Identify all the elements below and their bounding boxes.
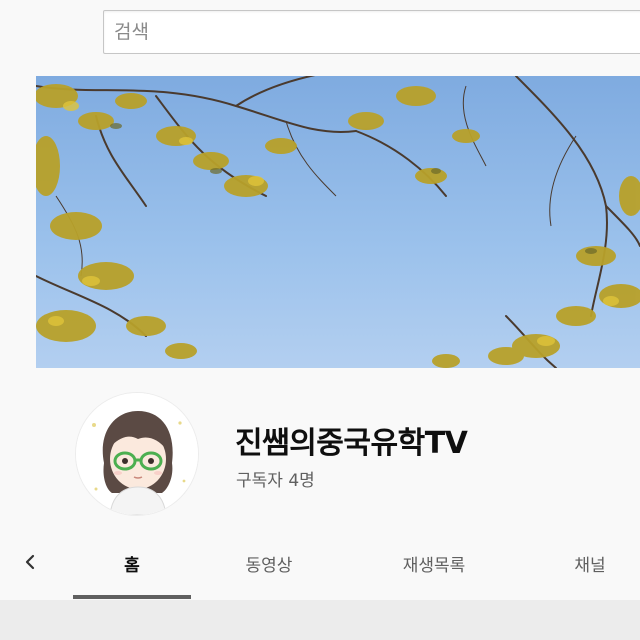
tab-playlists[interactable]: 재생목록 [372,526,496,600]
tabs-scroll-left-button[interactable] [12,544,48,580]
tab-videos[interactable]: 동영상 [210,526,328,600]
channel-tabs: 홈 동영상 재생목록 채널 [0,526,640,600]
top-bar [0,0,640,76]
content-area-top [0,600,640,640]
channel-page: 진쌤의중국유학TV 구독자 4명 홈 동영상 재생목록 채널 [0,0,640,640]
chevron-left-icon [25,554,35,570]
tab-channels[interactable]: 채널 [540,526,640,600]
search-input[interactable] [104,11,640,53]
channel-banner [36,76,640,368]
tab-home[interactable]: 홈 [73,526,191,600]
channel-name: 진쌤의중국유학TV [235,426,468,461]
channel-avatar[interactable] [76,393,198,515]
cartoon-girl-avatar-icon [76,393,198,515]
sky-tree-banner-image [36,76,640,368]
subscriber-count: 구독자 4명 [236,471,315,491]
search-box[interactable] [103,10,640,54]
active-tab-indicator [73,595,191,599]
